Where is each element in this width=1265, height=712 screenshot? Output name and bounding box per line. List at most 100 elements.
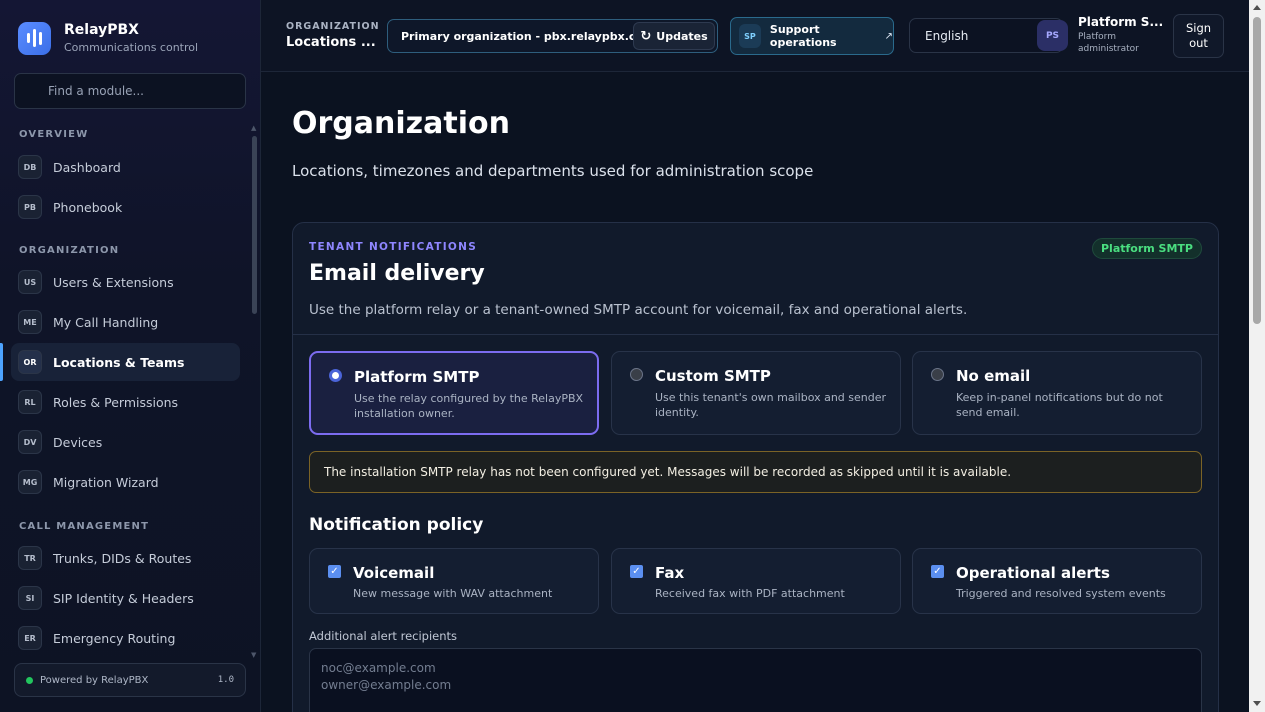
external-link-icon: ↗ — [884, 30, 893, 42]
policy-title: Voicemail — [353, 564, 435, 582]
version-badge: 1.0 — [217, 675, 234, 685]
sidebar-item-label: Trunks, DIDs & Routes — [53, 550, 192, 566]
sidebar-scroll-up-icon[interactable]: ▲ — [251, 124, 256, 132]
card-description: Use the platform relay or a tenant-owned… — [309, 302, 968, 318]
support-badge-icon: SP — [739, 24, 761, 48]
nav-section-organization: ORGANIZATION — [19, 245, 120, 256]
card-title: Email delivery — [309, 261, 485, 286]
scroll-up-arrow-icon[interactable] — [1253, 5, 1261, 10]
breadcrumb-section: ORGANIZATION — [286, 21, 380, 32]
policy-operational-alerts[interactable]: ✓ Operational alerts Triggered and resol… — [912, 548, 1202, 614]
sidebar-item-sip-identity-headers[interactable]: SI SIP Identity & Headers — [11, 579, 240, 617]
recipients-label: Additional alert recipients — [309, 629, 458, 643]
sidebar-item-label: Phonebook — [53, 199, 123, 215]
sidebar-item-roles-permissions[interactable]: RL Roles & Permissions — [11, 383, 240, 421]
emergency-badge-icon: ER — [18, 626, 42, 650]
user-info[interactable]: Platform S... Platform administrator — [1078, 15, 1168, 55]
status-badge: Platform SMTP — [1091, 238, 1202, 259]
call-handling-badge-icon: ME — [18, 310, 42, 334]
policy-fax[interactable]: ✓ Fax Received fax with PDF attachment — [611, 548, 901, 614]
roles-badge-icon: RL — [18, 390, 42, 414]
option-description: Use the relay configured by the RelayPBX… — [354, 392, 584, 420]
sidebar-item-label: My Call Handling — [53, 314, 159, 330]
breadcrumb: ORGANIZATION Locations ... — [286, 21, 380, 50]
checkbox-checked-icon[interactable]: ✓ — [931, 565, 944, 578]
policy-title: Fax — [655, 564, 685, 582]
scroll-down-arrow-icon[interactable] — [1253, 701, 1261, 706]
policy-description: New message with WAV attachment — [353, 587, 553, 600]
policy-description: Received fax with PDF attachment — [655, 587, 845, 600]
page-subtitle: Locations, timezones and departments use… — [292, 162, 814, 180]
smtp-warning-alert: The installation SMTP relay has not been… — [309, 451, 1202, 493]
sidebar-item-users-extensions[interactable]: US Users & Extensions — [11, 263, 240, 301]
phonebook-badge-icon: PB — [18, 195, 42, 219]
refresh-icon: ↻ — [640, 28, 652, 44]
main-content: Organization Locations, timezones and de… — [261, 72, 1249, 712]
updates-button[interactable]: ↻ Updates — [633, 22, 715, 50]
breadcrumb-page: Locations ... — [286, 35, 376, 50]
sidebar-item-my-call-handling[interactable]: ME My Call Handling — [11, 303, 240, 341]
sidebar-item-label: SIP Identity & Headers — [53, 590, 194, 606]
module-search-input[interactable] — [14, 73, 246, 109]
sidebar-scrollbar[interactable] — [252, 136, 257, 314]
sidebar-item-label: Migration Wizard — [53, 474, 159, 490]
avatar[interactable]: PS — [1037, 20, 1068, 51]
locations-badge-icon: OR — [18, 350, 42, 374]
user-role: Platform administrator — [1078, 32, 1139, 54]
sidebar-item-label: Devices — [53, 434, 103, 450]
users-badge-icon: US — [18, 270, 42, 294]
sidebar-item-phonebook[interactable]: PB Phonebook — [11, 188, 240, 226]
radio-unselected-icon[interactable] — [931, 368, 944, 381]
brand[interactable]: RelayPBX Communications control — [18, 21, 198, 55]
nav-section-call-management: CALL MANAGEMENT — [19, 521, 150, 532]
updates-label: Updates — [656, 29, 708, 43]
migration-badge-icon: MG — [18, 470, 42, 494]
delivery-option-platform-smtp[interactable]: Platform SMTP Use the relay configured b… — [309, 351, 599, 435]
brand-subtitle: Communications control — [64, 41, 199, 54]
card-divider — [293, 334, 1218, 335]
radio-selected-icon[interactable] — [329, 369, 342, 382]
sign-out-label-line2: out — [1189, 36, 1208, 50]
sidebar-item-migration-wizard[interactable]: MG Migration Wizard — [11, 463, 240, 501]
option-description: Keep in-panel notifications but do not s… — [956, 391, 1163, 419]
organization-select[interactable]: Primary organization - pbx.relaypbx.com … — [387, 19, 718, 53]
option-title: Custom SMTP — [655, 367, 771, 385]
sidebar-item-locations-teams[interactable]: OR Locations & Teams — [11, 343, 240, 381]
checkbox-checked-icon[interactable]: ✓ — [630, 565, 643, 578]
checkbox-checked-icon[interactable]: ✓ — [328, 565, 341, 578]
sidebar: RelayPBX Communications control OVERVIEW… — [0, 0, 261, 712]
sign-out-button[interactable]: Sign out — [1173, 14, 1224, 58]
sign-out-label-line1: Sign — [1185, 21, 1212, 35]
policy-description: Triggered and resolved system events — [956, 587, 1166, 600]
support-operations-button[interactable]: SP Support operations ↗ — [730, 17, 894, 55]
sidebar-item-label: Dashboard — [53, 159, 121, 175]
active-nav-indicator — [0, 343, 3, 381]
nav-section-overview: OVERVIEW — [19, 129, 89, 140]
support-operations-label: Support operations — [769, 23, 837, 49]
devices-badge-icon: DV — [18, 430, 42, 454]
sidebar-item-emergency-routing[interactable]: ER Emergency Routing — [11, 619, 240, 655]
page-title: Organization — [292, 106, 510, 141]
brand-name: RelayPBX — [64, 22, 139, 38]
status-dot-icon — [26, 676, 33, 684]
powered-by-footer: Powered by RelayPBX 1.0 — [14, 663, 246, 697]
sidebar-item-label: Users & Extensions — [53, 274, 174, 290]
sidebar-item-label: Locations & Teams — [53, 354, 185, 370]
radio-unselected-icon[interactable] — [630, 368, 643, 381]
page-scrollbar[interactable] — [1249, 0, 1265, 712]
brand-logo-icon — [18, 21, 51, 55]
alert-recipients-textarea[interactable] — [309, 648, 1202, 712]
email-delivery-card: TENANT NOTIFICATIONS Email delivery Use … — [292, 222, 1219, 712]
policy-voicemail[interactable]: ✓ Voicemail New message with WAV attachm… — [309, 548, 599, 614]
delivery-option-no-email[interactable]: No email Keep in-panel notifications but… — [912, 351, 1202, 435]
sidebar-item-trunks-dids-routes[interactable]: TR Trunks, DIDs & Routes — [11, 539, 240, 577]
sidebar-item-dashboard[interactable]: DB Dashboard — [11, 148, 240, 186]
sidebar-item-label: Roles & Permissions — [53, 394, 179, 410]
sidebar-nav: OVERVIEW DB Dashboard PB Phonebook ORGAN… — [0, 120, 252, 655]
sidebar-scroll-down-icon[interactable]: ▼ — [251, 651, 256, 659]
topbar: ORGANIZATION Locations ... Primary organ… — [261, 0, 1249, 72]
sidebar-item-devices[interactable]: DV Devices — [11, 423, 240, 461]
delivery-option-custom-smtp[interactable]: Custom SMTP Use this tenant's own mailbo… — [611, 351, 901, 435]
option-title: No email — [956, 367, 1031, 385]
page-scrollbar-thumb[interactable] — [1253, 17, 1261, 324]
